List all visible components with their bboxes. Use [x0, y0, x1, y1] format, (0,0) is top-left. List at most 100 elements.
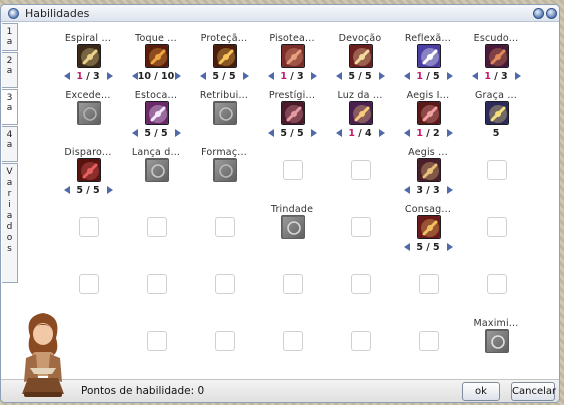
aegis-shield-icon[interactable]	[417, 158, 441, 182]
minimize-icon[interactable]	[533, 8, 544, 19]
empty-skill-slot	[122, 261, 190, 319]
skill-slot[interactable]: Aegis ... 3 / 3	[394, 147, 462, 205]
skill-name: Retribui...	[199, 90, 249, 101]
close-icon[interactable]	[546, 8, 557, 19]
skill-slot[interactable]: Toque ... 10 / 10	[122, 33, 190, 91]
skill-slot[interactable]: Excede...	[54, 90, 122, 148]
tab-1a[interactable]: 1a	[2, 23, 18, 51]
maximize-icon[interactable]	[485, 329, 509, 353]
level-down-arrow-icon[interactable]	[336, 72, 342, 80]
empty-skill-slot	[54, 204, 122, 262]
reflect-icon[interactable]	[417, 44, 441, 68]
level-down-arrow-icon[interactable]	[64, 72, 70, 80]
prestige-icon[interactable]	[281, 101, 305, 125]
title-bar[interactable]: Habilidades	[1, 5, 559, 22]
level-down-arrow-icon[interactable]	[132, 72, 138, 80]
trinity-icon[interactable]	[281, 215, 305, 239]
spear-icon[interactable]	[145, 158, 169, 182]
skill-slot[interactable]: Trindade	[258, 204, 326, 262]
tab-variados[interactable]: Variados	[2, 163, 18, 283]
skill-slot[interactable]: Devoção 5 / 5	[326, 33, 394, 91]
level-up-arrow-icon[interactable]	[175, 72, 181, 80]
consecration-icon[interactable]	[417, 215, 441, 239]
empty-slot-frame	[419, 331, 439, 351]
shield-icon[interactable]	[485, 44, 509, 68]
skill-slot[interactable]: Formaç...	[190, 147, 258, 205]
empty-skill-slot	[326, 204, 394, 262]
empty-skill-slot	[258, 261, 326, 319]
skill-slot[interactable]: Aegis I... 1 / 2	[394, 90, 462, 148]
skill-slot[interactable]: Prestígi... 5 / 5	[258, 90, 326, 148]
empty-slot-frame	[147, 217, 167, 237]
holy-touch-icon[interactable]	[145, 44, 169, 68]
skill-level-current: 5	[348, 71, 355, 82]
skill-slot[interactable]: Espiral ... 1 / 3	[54, 33, 122, 91]
skill-level: 5	[462, 128, 530, 139]
tab-2a[interactable]: 2a	[2, 52, 18, 88]
empty-slot-frame	[79, 217, 99, 237]
shield-shot-icon[interactable]	[77, 158, 101, 182]
skill-slot[interactable]: Maximi...	[462, 318, 530, 376]
formation-icon[interactable]	[213, 158, 237, 182]
skill-slot[interactable]: Luz da ... 1 / 4	[326, 90, 394, 148]
skill-slot[interactable]: Proteçã... 5 / 5	[190, 33, 258, 91]
grace-icon[interactable]	[485, 101, 509, 125]
level-down-arrow-icon[interactable]	[404, 243, 410, 251]
empty-slot-frame	[283, 274, 303, 294]
level-up-arrow-icon[interactable]	[447, 243, 453, 251]
level-up-arrow-icon[interactable]	[107, 72, 113, 80]
empty-slot-frame	[79, 274, 99, 294]
level-down-arrow-icon[interactable]	[268, 129, 274, 137]
spiral-pierce-icon[interactable]	[77, 44, 101, 68]
level-up-arrow-icon[interactable]	[311, 129, 317, 137]
empty-skill-slot	[190, 261, 258, 319]
skill-level-max: 2	[433, 128, 440, 139]
level-up-arrow-icon[interactable]	[447, 72, 453, 80]
ok-button[interactable]: ok	[462, 382, 500, 401]
skill-level-separator: /	[82, 71, 94, 82]
level-up-arrow-icon[interactable]	[379, 72, 385, 80]
level-down-arrow-icon[interactable]	[268, 72, 274, 80]
cancel-button[interactable]: Cancelar	[511, 382, 556, 401]
skill-slot[interactable]: Graça ... 5	[462, 90, 530, 148]
level-down-arrow-icon[interactable]	[472, 72, 478, 80]
tab-4a[interactable]: 4a	[2, 126, 18, 162]
level-up-arrow-icon[interactable]	[515, 72, 521, 80]
level-up-arrow-icon[interactable]	[107, 186, 113, 194]
skill-slot[interactable]: Retribui...	[190, 90, 258, 148]
skill-slot[interactable]: Escudo... 1 / 3	[462, 33, 530, 91]
tab-label: 1a	[4, 27, 15, 47]
skill-slot[interactable]: Reflexã... 1 / 5	[394, 33, 462, 91]
skill-slot[interactable]: Consag... 5 / 5	[394, 204, 462, 262]
skill-slot[interactable]: Pisotea... 1 / 3	[258, 33, 326, 91]
tab-label: Variados	[4, 167, 15, 255]
level-down-arrow-icon[interactable]	[404, 72, 410, 80]
empty-skill-slot	[462, 261, 530, 319]
level-up-arrow-icon[interactable]	[311, 72, 317, 80]
level-down-arrow-icon[interactable]	[404, 129, 410, 137]
tab-3a[interactable]: 3a	[2, 89, 18, 125]
level-up-arrow-icon[interactable]	[243, 72, 249, 80]
protection-icon[interactable]	[213, 44, 237, 68]
level-down-arrow-icon[interactable]	[132, 129, 138, 137]
skill-slot[interactable]: Estoca... 5 / 5	[122, 90, 190, 148]
retribution-icon[interactable]	[213, 101, 237, 125]
level-up-arrow-icon[interactable]	[447, 186, 453, 194]
level-down-arrow-icon[interactable]	[200, 72, 206, 80]
level-up-arrow-icon[interactable]	[379, 129, 385, 137]
exceed-icon[interactable]	[77, 101, 101, 125]
level-up-arrow-icon[interactable]	[447, 129, 453, 137]
lance-thrust-icon[interactable]	[145, 101, 169, 125]
level-up-arrow-icon[interactable]	[175, 129, 181, 137]
trample-icon[interactable]	[281, 44, 305, 68]
skill-name: Prestígi...	[268, 90, 316, 101]
level-down-arrow-icon[interactable]	[64, 186, 70, 194]
skill-slot[interactable]: Lança d...	[122, 147, 190, 205]
level-down-arrow-icon[interactable]	[404, 186, 410, 194]
skill-slot[interactable]: Disparo... 5 / 5	[54, 147, 122, 205]
aegis-sword-icon[interactable]	[417, 101, 441, 125]
level-down-arrow-icon[interactable]	[336, 129, 342, 137]
holy-light-icon[interactable]	[349, 101, 373, 125]
skill-level-separator: /	[150, 128, 162, 139]
devotion-icon[interactable]	[349, 44, 373, 68]
